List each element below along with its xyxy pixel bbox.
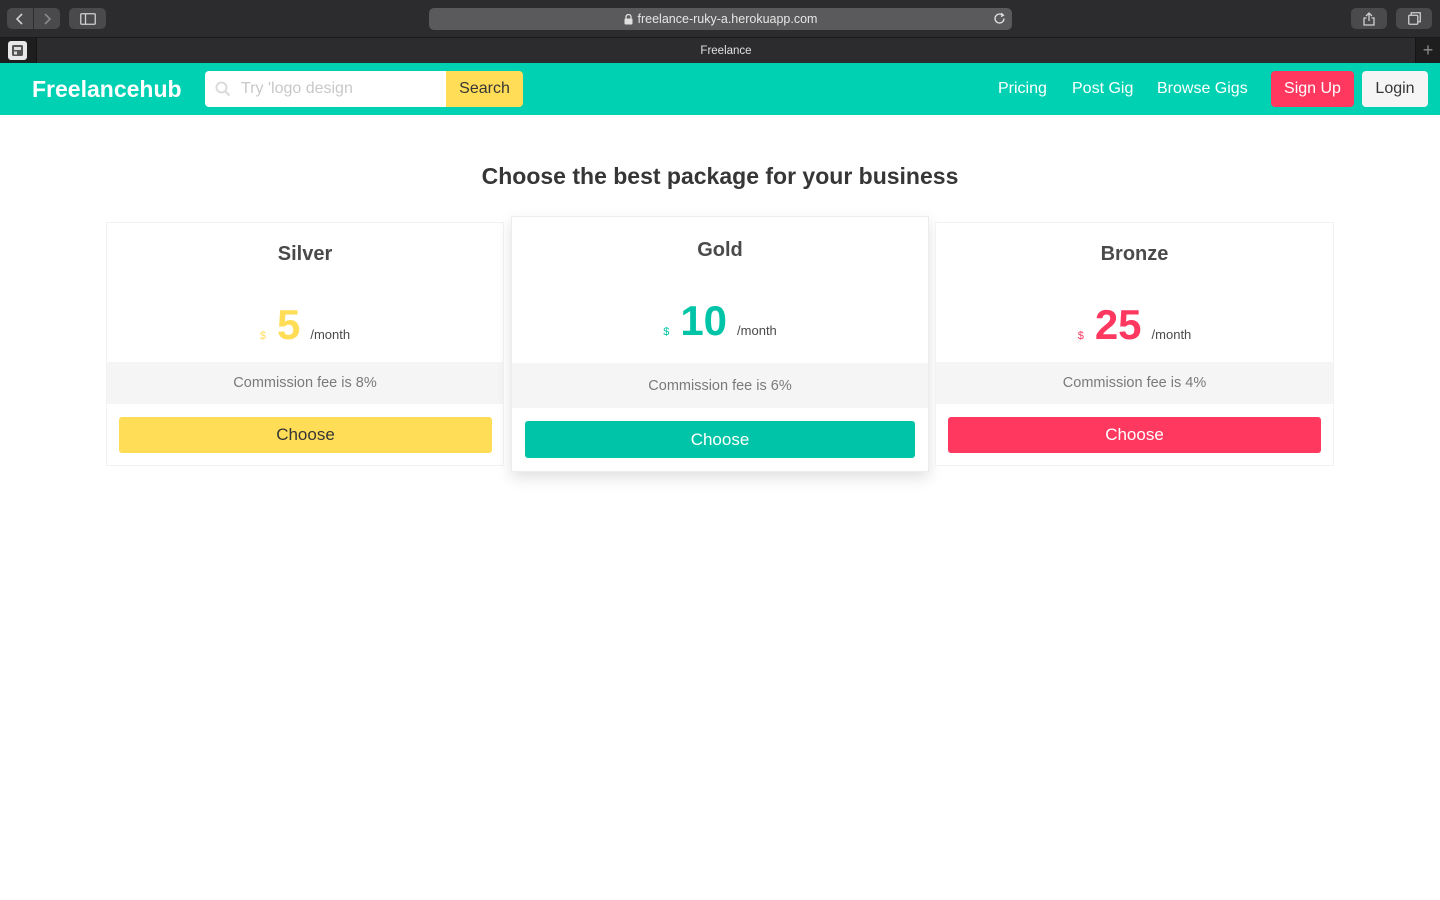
price-period: /month (310, 327, 351, 342)
sidebar-toggle-button[interactable] (69, 8, 106, 29)
share-button[interactable] (1351, 8, 1387, 29)
choose-bronze-button[interactable]: Choose (948, 417, 1321, 453)
share-icon (1363, 11, 1375, 26)
address-bar[interactable]: freelance-ruky-a.herokuapp.com (429, 8, 1012, 30)
search-icon (215, 81, 231, 97)
favicon-icon (8, 41, 27, 60)
chevron-right-icon (44, 12, 52, 25)
currency-symbol: $ (1077, 330, 1084, 342)
nav-post-gig[interactable]: Post Gig (1072, 80, 1133, 98)
price-period: /month (1151, 327, 1192, 342)
plan-name: Gold (697, 239, 743, 261)
lock-icon (624, 13, 633, 25)
tab-bar: Freelance + (0, 38, 1440, 63)
currency-symbol: $ (663, 326, 670, 338)
pricing-card-bronze: Bronze $ 25 /month Commission fee is 4% … (935, 222, 1334, 466)
commission-fee: Commission fee is 8% (107, 362, 503, 404)
plan-price: $ 25 /month (936, 301, 1333, 349)
tab-freelance[interactable]: Freelance (36, 38, 1416, 63)
currency-symbol: $ (259, 330, 266, 342)
pricing-card-gold: Gold $ 10 /month Commission fee is 6% Ch… (511, 216, 929, 472)
page-title: Choose the best package for your busines… (481, 163, 959, 189)
search-button[interactable]: Search (446, 71, 523, 107)
nav-pricing[interactable]: Pricing (998, 80, 1047, 98)
login-button[interactable]: Login (1362, 71, 1428, 107)
chevron-left-icon (15, 12, 23, 25)
back-button[interactable] (7, 8, 33, 29)
price-period: /month (737, 323, 777, 338)
browser-toolbar: freelance-ruky-a.herokuapp.com (0, 0, 1440, 38)
tab-title: Freelance (700, 44, 752, 57)
new-tab-button[interactable]: + (1418, 41, 1438, 60)
reload-icon[interactable] (993, 12, 1006, 28)
choose-silver-button[interactable]: Choose (119, 417, 492, 453)
sign-up-button[interactable]: Sign Up (1271, 71, 1354, 107)
logo[interactable]: Freelancehub (32, 76, 182, 103)
plan-name: Bronze (1100, 243, 1169, 265)
commission-fee: Commission fee is 6% (512, 363, 928, 408)
pricing-card-silver: Silver $ 5 /month Commission fee is 8% C… (106, 222, 504, 466)
price-amount: 25 (1094, 301, 1142, 348)
tabs-icon (1407, 12, 1421, 25)
price-amount: 10 (680, 297, 728, 344)
tab-overview-button[interactable] (1396, 8, 1432, 29)
url-text: freelance-ruky-a.herokuapp.com (637, 12, 818, 26)
plan-price: $ 5 /month (107, 301, 503, 349)
choose-gold-button[interactable]: Choose (525, 421, 915, 458)
price-amount: 5 (277, 301, 301, 348)
search-input[interactable] (205, 71, 446, 107)
sidebar-icon (79, 12, 96, 25)
nav-browse-gigs[interactable]: Browse Gigs (1157, 80, 1248, 98)
plan-price: $ 10 /month (512, 297, 928, 345)
forward-button[interactable] (34, 8, 60, 29)
commission-fee: Commission fee is 4% (936, 362, 1333, 404)
plan-name: Silver (277, 243, 333, 265)
site-navbar: Freelancehub Search Pricing Post Gig Bro… (0, 63, 1440, 115)
